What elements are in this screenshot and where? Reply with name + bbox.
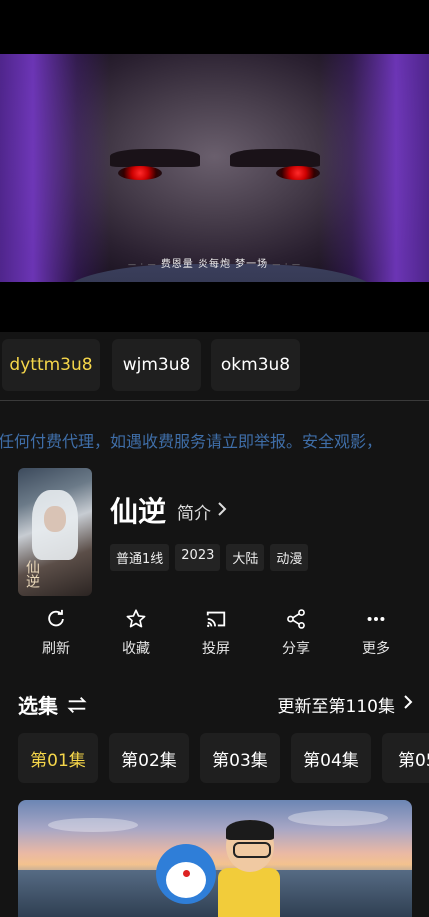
star-icon	[126, 609, 146, 628]
character-brow-left	[110, 149, 200, 167]
more-icon	[367, 616, 385, 622]
banner-character-shirt	[218, 868, 280, 917]
episode-header: 选集 更新至第110集	[18, 690, 413, 720]
promo-banner[interactable]	[18, 800, 412, 917]
episode-list[interactable]: 第01集 第02集 第03集 第04集 第05集	[18, 733, 429, 783]
poster-figure-face	[44, 506, 66, 532]
more-button[interactable]: 更多	[336, 608, 416, 658]
character-eye-left	[118, 166, 162, 180]
favorite-label: 收藏	[122, 641, 150, 657]
share-button[interactable]: 分享	[256, 608, 336, 658]
source-lines: dyttm3u8 wjm3u8 okm3u8	[0, 332, 429, 401]
speed-lines-left	[0, 54, 110, 282]
chevron-right-icon	[403, 694, 413, 715]
episode-item[interactable]: 第05集	[382, 733, 429, 783]
banner-robot-nose	[183, 870, 190, 877]
video-player[interactable]: — · — 费恩量 炎每炮 梦一场 — · —	[0, 0, 429, 332]
character-eye-right	[276, 166, 320, 180]
banner-cloud	[48, 818, 138, 832]
line-tab-wjm3u8[interactable]: wjm3u8	[112, 339, 201, 391]
speed-lines-right	[319, 54, 429, 282]
refresh-label: 刷新	[42, 641, 70, 657]
banner-robot-face	[166, 862, 206, 898]
line-tab-dyttm3u8[interactable]: dyttm3u8	[2, 339, 100, 391]
video-frame[interactable]	[0, 54, 429, 282]
cast-button[interactable]: 投屏	[176, 608, 256, 658]
cast-icon	[206, 611, 226, 628]
show-title: 仙逆	[110, 495, 167, 528]
video-subtitle: — · — 费恩量 炎每炮 梦一场 — · —	[127, 259, 301, 270]
chevron-right-icon	[217, 501, 227, 522]
show-tags: 普通1线 2023 大陆 动漫	[110, 544, 309, 571]
episode-update-link[interactable]: 更新至第110集	[278, 692, 413, 717]
episode-item[interactable]: 第02集	[109, 733, 189, 783]
banner-boy-hair	[226, 820, 274, 840]
notice-marquee: 任何付费代理，如遇收费服务请立即举报。安全观影，	[0, 420, 429, 460]
banner-boy-glasses	[233, 842, 271, 858]
episode-item[interactable]: 第04集	[291, 733, 371, 783]
more-label: 更多	[362, 641, 390, 657]
sort-toggle-button[interactable]	[66, 694, 88, 720]
favorite-button[interactable]: 收藏	[96, 608, 176, 658]
banner-cloud	[288, 810, 388, 826]
episode-update-label: 更新至第110集	[277, 697, 395, 717]
intro-link[interactable]: 简介	[177, 499, 227, 524]
cast-label: 投屏	[202, 641, 230, 657]
intro-label: 简介	[177, 504, 211, 524]
tag-region: 大陆	[226, 544, 265, 571]
tag-genre: 动漫	[270, 544, 309, 571]
episode-item[interactable]: 第03集	[200, 733, 280, 783]
action-bar: 刷新 收藏 投屏 分享 更多	[16, 608, 416, 658]
tag-year: 2023	[175, 544, 221, 571]
share-icon	[287, 609, 305, 629]
refresh-icon	[48, 609, 64, 627]
swap-icon	[67, 697, 87, 713]
character-brow-right	[230, 149, 320, 167]
tag-line: 普通1线	[110, 544, 170, 571]
show-poster[interactable]: 仙逆	[18, 468, 92, 596]
line-tab-okm3u8[interactable]: okm3u8	[211, 339, 300, 391]
refresh-button[interactable]: 刷新	[16, 608, 96, 658]
banner-character-robot	[156, 844, 216, 904]
notice-text: 任何付费代理，如遇收费服务请立即举报。安全观影，	[0, 432, 383, 451]
banner-character-boy	[226, 820, 274, 872]
share-label: 分享	[282, 641, 310, 657]
episode-item[interactable]: 第01集	[18, 733, 98, 783]
poster-calligraphy: 仙逆	[24, 560, 40, 588]
episode-heading: 选集	[18, 694, 58, 718]
